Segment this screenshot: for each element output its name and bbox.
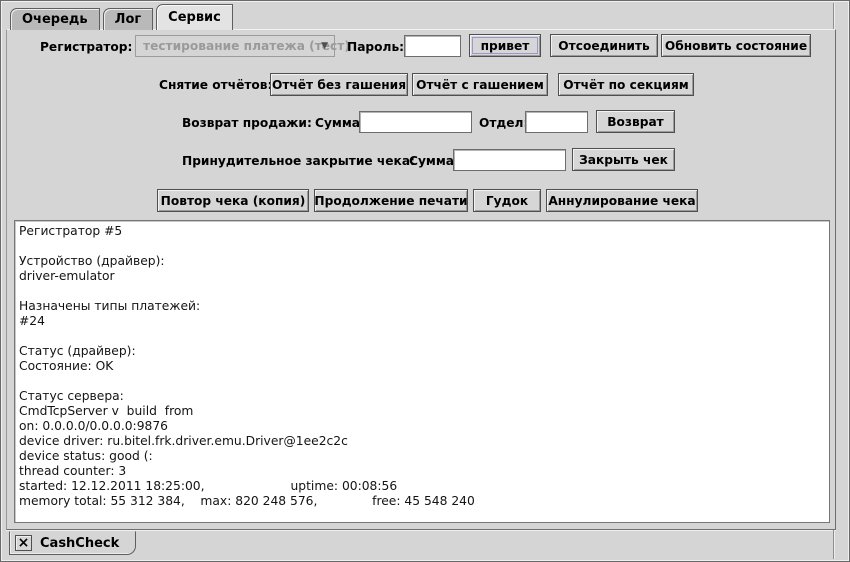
tab-cashcheck[interactable]: × CashCheck [9,531,136,555]
tab-queue[interactable]: Очередь [10,8,100,30]
tab-service[interactable]: Сервис [156,4,233,30]
output-line: Устройство (драйвер): [19,254,825,269]
report-no-reset-button[interactable]: Отчёт без гашения [270,73,408,96]
output-line: #24 [19,314,825,329]
output-line: memory total: 55 312 384, max: 820 248 5… [19,494,825,509]
service-panel: Регистратор: тестирование платежа (тест)… [6,29,836,530]
output-line: on: 0.0.0.0/0.0.0.0:9876 [19,419,825,434]
refund-sum-field[interactable] [359,111,472,133]
force-close-sum-field[interactable] [453,149,566,171]
output-line: CmdTcpServer v build from [19,404,825,419]
output-line: Назначены типы платежей: [19,299,825,314]
app-window: Очередь Лог Сервис Регистратор: тестиров… [0,0,850,562]
refund-sum-label: Сумма: [315,111,365,134]
chevron-down-icon: ▼ [321,41,328,51]
repeat-check-button[interactable]: Повтор чека (копия) [157,189,309,212]
hello-button[interactable]: привет [469,34,541,57]
refund-label: Возврат продажи: [182,111,312,134]
cashcheck-tab-label: CashCheck [40,536,119,551]
output-line: thread counter: 3 [19,464,825,479]
refund-dept-field[interactable] [525,111,588,133]
top-tab-bar: Очередь Лог Сервис [10,4,233,30]
force-close-label: Принудительное закрытие чека: [182,149,415,172]
output-line: driver-emulator [19,269,825,284]
refund-dept-label: Отдел: [479,111,528,134]
status-output: Регистратор #5 Устройство (драйвер):drive… [14,220,830,523]
registrator-combobox-value: тестирование платежа (тест) [143,39,350,53]
output-line [19,284,825,299]
output-line: device status: good (: [19,449,825,464]
refresh-state-button[interactable]: Обновить состояние [661,34,811,57]
registrator-label: Регистратор: [40,35,132,58]
output-line: Статус (драйвер): [19,344,825,359]
close-icon[interactable]: × [15,535,32,551]
beep-button[interactable]: Гудок [473,189,541,212]
close-check-button[interactable]: Закрыть чек [572,148,675,171]
tab-log[interactable]: Лог [103,8,154,30]
output-line: started: 12.12.2011 18:25:00, uptime: 00… [19,479,825,494]
output-line [19,239,825,254]
output-line: Статус сервера: [19,389,825,404]
force-close-sum-label: Сумма: [409,149,459,172]
disconnect-button[interactable]: Отсоединить [550,34,658,57]
reports-label: Снятие отчётов: [159,73,272,96]
registrator-combobox[interactable]: тестирование платежа (тест) ▼ [135,35,335,57]
continue-print-button[interactable]: Продолжение печати [314,189,468,212]
output-line: Состояние: OK [19,359,825,374]
password-field[interactable] [404,35,461,57]
output-line: device driver: ru.bitel.frk.driver.emu.D… [19,434,825,449]
password-label: Пароль: [347,35,404,58]
output-line: Регистратор #5 [19,224,825,239]
annul-check-button[interactable]: Аннулирование чека [546,189,698,212]
report-by-sections-button[interactable]: Отчёт по секциям [558,73,694,96]
bottom-tab-bar: × CashCheck [6,530,836,558]
output-line [19,374,825,389]
output-line [19,329,825,344]
refund-button[interactable]: Возврат [596,110,675,133]
report-with-reset-button[interactable]: Отчёт с гашением [412,73,548,96]
